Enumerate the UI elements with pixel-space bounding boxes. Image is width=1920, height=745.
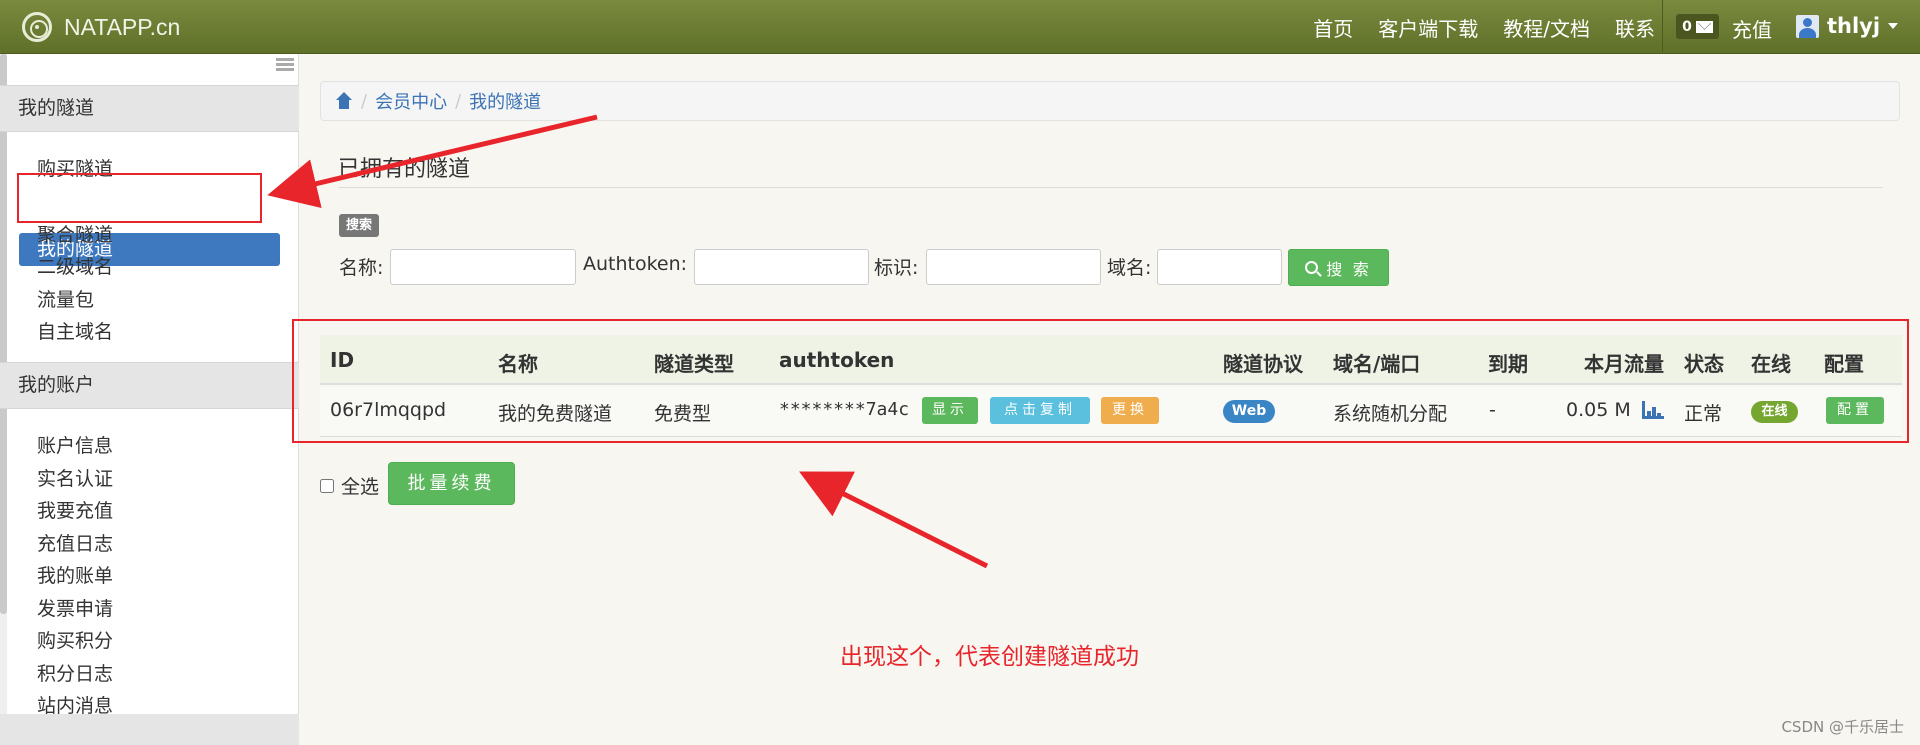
title-divider bbox=[338, 187, 1883, 188]
nav-download[interactable]: 客户端下载 bbox=[1378, 13, 1478, 42]
authtoken-input[interactable] bbox=[694, 249, 869, 285]
scrollbar-thumb[interactable] bbox=[0, 54, 7, 614]
envelope-icon bbox=[1695, 20, 1713, 33]
domain-label: 域名: bbox=[1107, 257, 1152, 279]
highlight-box-table bbox=[292, 319, 1909, 443]
top-navbar: NATAPP.cn 首页 客户端下载 教程/文档 联系 0 充值 thlyj bbox=[0, 0, 1920, 54]
search-button-label: 搜 索 bbox=[1326, 261, 1372, 279]
home-icon[interactable] bbox=[335, 92, 353, 110]
search-icon bbox=[1305, 261, 1319, 274]
name-label: 名称: bbox=[339, 257, 384, 279]
sidebar-item-recharge-log[interactable]: 充值日志 bbox=[37, 529, 113, 556]
recharge-link[interactable]: 充值 bbox=[1732, 14, 1772, 43]
search-button[interactable]: 搜 索 bbox=[1288, 249, 1389, 286]
select-all-checkbox[interactable] bbox=[320, 478, 334, 493]
sidebar-collapse-icon[interactable] bbox=[276, 58, 294, 72]
breadcrumb-member-center[interactable]: 会员中心 bbox=[375, 88, 447, 114]
authtoken-label: Authtoken: bbox=[583, 253, 688, 275]
nav-contact[interactable]: 联系 bbox=[1615, 13, 1655, 42]
nav-home[interactable]: 首页 bbox=[1313, 13, 1353, 42]
batch-renew-button[interactable]: 批量续费 bbox=[388, 462, 515, 505]
brand-name: NATAPP.cn bbox=[64, 13, 181, 40]
top-nav: 首页 客户端下载 教程/文档 联系 bbox=[1288, 0, 1655, 54]
user-menu[interactable]: thlyj bbox=[1796, 14, 1899, 38]
breadcrumb-my-tunnels[interactable]: 我的隧道 bbox=[469, 88, 541, 114]
annotation-caption: 出现这个，代表创建隧道成功 bbox=[840, 644, 1139, 670]
sidebar-item-verification[interactable]: 实名认证 bbox=[37, 464, 113, 491]
watermark: CSDN @千乐居士 bbox=[1781, 718, 1904, 736]
highlight-box-sidebar bbox=[17, 173, 262, 223]
breadcrumb-separator: / bbox=[361, 90, 368, 112]
caret-down-icon bbox=[1888, 23, 1899, 29]
search-label-tag: 搜索 bbox=[339, 214, 379, 237]
page-title: 已拥有的隧道 bbox=[338, 157, 471, 182]
sidebar-item-bills[interactable]: 我的账单 bbox=[37, 561, 113, 588]
sidebar-item-custom-domain[interactable]: 自主域名 bbox=[37, 317, 113, 344]
identifier-input[interactable] bbox=[926, 249, 1101, 285]
breadcrumb: / 会员中心 / 我的隧道 bbox=[320, 81, 1900, 121]
natapp-logo-icon bbox=[22, 12, 52, 42]
identifier-label: 标识: bbox=[874, 257, 919, 279]
domain-input[interactable] bbox=[1157, 249, 1282, 285]
arrow-to-table bbox=[799, 471, 989, 569]
name-input[interactable] bbox=[390, 249, 576, 285]
sidebar-footer bbox=[0, 714, 299, 745]
messages-button[interactable]: 0 bbox=[1676, 14, 1719, 39]
sidebar-item-account-info[interactable]: 账户信息 bbox=[37, 431, 113, 458]
user-avatar-icon bbox=[1796, 14, 1819, 38]
nav-divider bbox=[1662, 0, 1663, 52]
section-header-account[interactable]: 我的账户 bbox=[0, 362, 299, 409]
sidebar: 我的隧道 购买隧道 我的隧道 聚合隧道 二级域名 流量包 自主域名 我的账户 账… bbox=[0, 54, 299, 745]
sidebar-item-points-log[interactable]: 积分日志 bbox=[37, 659, 113, 686]
section-header-tunnels[interactable]: 我的隧道 bbox=[0, 85, 299, 132]
select-all[interactable]: 全选 bbox=[320, 472, 379, 499]
nav-docs[interactable]: 教程/文档 bbox=[1503, 13, 1590, 42]
sidebar-item-recharge[interactable]: 我要充值 bbox=[37, 496, 113, 523]
breadcrumb-separator: / bbox=[455, 90, 462, 112]
username: thlyj bbox=[1827, 14, 1881, 38]
sidebar-item-traffic-pack[interactable]: 流量包 bbox=[37, 285, 94, 312]
sidebar-item-invoice[interactable]: 发票申请 bbox=[37, 594, 113, 621]
sidebar-item-buy-points[interactable]: 购买积分 bbox=[37, 626, 113, 653]
sidebar-item-subdomain[interactable]: 二级域名 bbox=[37, 252, 113, 279]
sidebar-item-aggregate-tunnel[interactable]: 聚合隧道 bbox=[37, 220, 113, 247]
brand[interactable]: NATAPP.cn bbox=[22, 11, 180, 43]
select-all-label: 全选 bbox=[341, 476, 380, 498]
mail-count: 0 bbox=[1682, 18, 1692, 35]
